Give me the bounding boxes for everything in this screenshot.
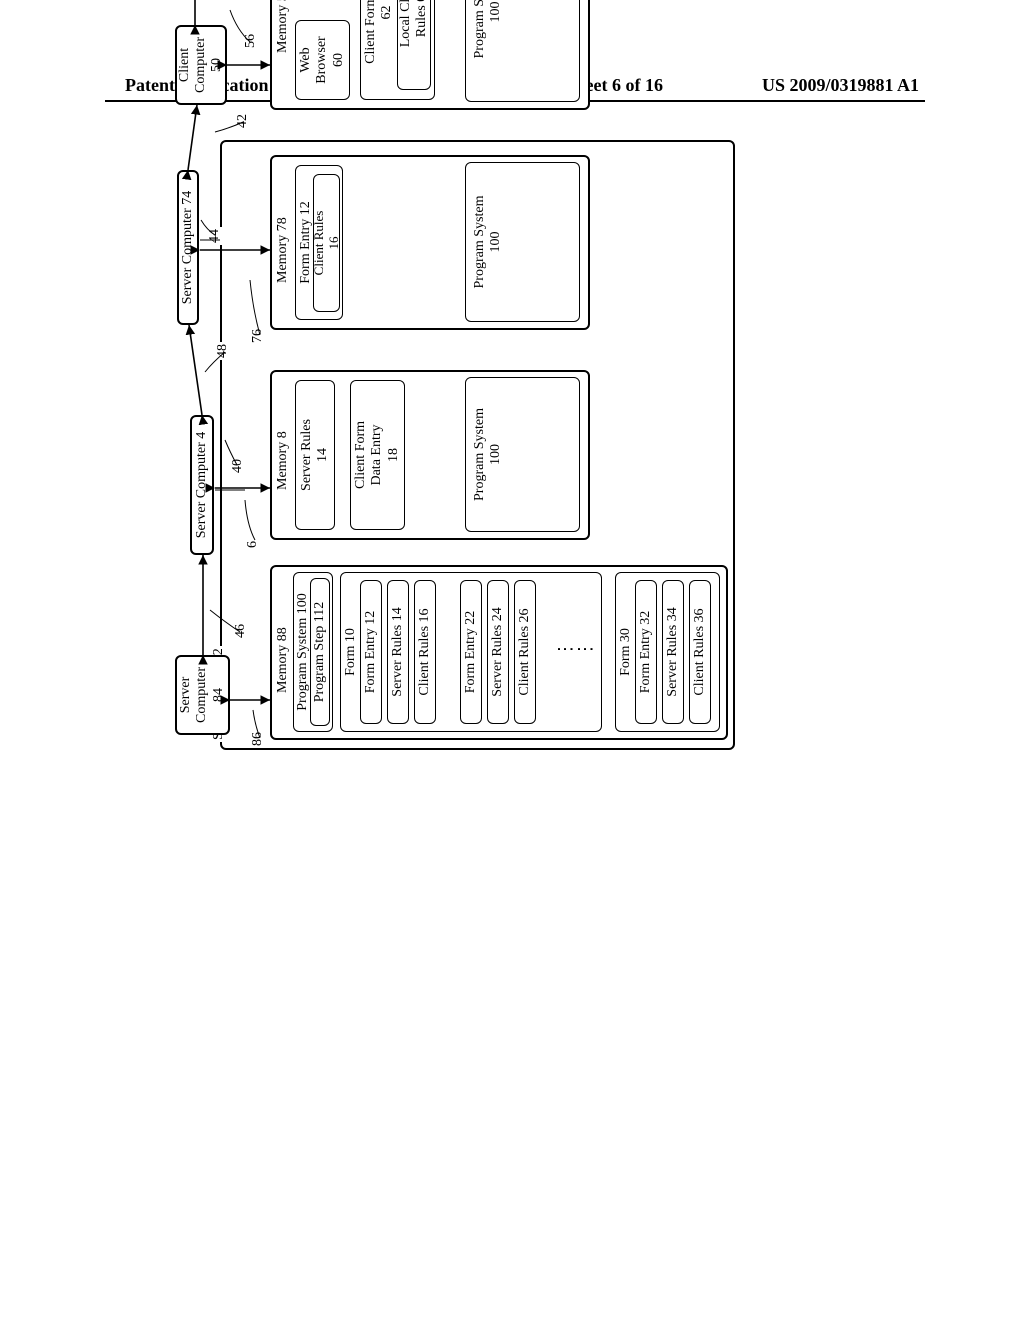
ref-86: 86 xyxy=(250,730,266,748)
ref-44: 44 xyxy=(207,227,223,245)
server-computer-84: ServerComputer84 xyxy=(175,655,230,735)
client-rules-16-b: Client Rules16 xyxy=(313,174,340,312)
client-form-data-entry-18: Client FormData Entry18 xyxy=(350,380,405,530)
client-rules-26: Client Rules 26 xyxy=(514,580,536,724)
form-entry-32: Form Entry 32 xyxy=(635,580,657,724)
ellipsis-icon: ⋮ xyxy=(555,636,576,660)
ref-46: 46 xyxy=(233,622,249,640)
memory-88-label: Memory 88 xyxy=(275,625,291,695)
program-system-100-d: Program System100 xyxy=(465,0,580,102)
local-client-rules-66: Local ClientRules 66 xyxy=(397,0,431,90)
server-rules-24: Server Rules 24 xyxy=(487,580,509,724)
figure-6: Server System 2 ServerComputer84 Server … xyxy=(175,190,1024,750)
ref-40: 40 xyxy=(230,457,246,475)
server-rules-34: Server Rules 34 xyxy=(662,580,684,724)
client-computer-50: ClientComputer50 xyxy=(175,25,227,105)
memory-78-label: Memory 78 xyxy=(275,215,291,285)
server-computer-4: Server Computer 4 xyxy=(190,415,214,555)
ref-76: 76 xyxy=(250,327,266,345)
ellipsis-icon: ⋮ xyxy=(575,636,596,660)
web-browser-60: WebBrowser60 xyxy=(295,20,350,100)
server-rules-14-b: Server Rules14 xyxy=(295,380,335,530)
program-system-100-c: Program System100 xyxy=(465,162,580,322)
form-entry-22: Form Entry 22 xyxy=(460,580,482,724)
client-rules-16-a: Client Rules 16 xyxy=(414,580,436,724)
ref-48: 48 xyxy=(215,342,231,360)
server-rules-14-a: Server Rules 14 xyxy=(387,580,409,724)
header-right: US 2009/0319881 A1 xyxy=(762,75,919,96)
ref-42: 42 xyxy=(235,112,251,130)
ref-56: 56 xyxy=(243,32,259,50)
program-step-112: Program Step 112 xyxy=(310,578,330,726)
form-entry-12-a: Form Entry 12 xyxy=(360,580,382,724)
client-rules-36: Client Rules 36 xyxy=(689,580,711,724)
program-system-100-b: Program System100 xyxy=(465,377,580,532)
ref-6: 6 xyxy=(245,539,261,550)
memory-8-label: Memory 8 xyxy=(275,429,291,492)
server-computer-74: Server Computer 74 xyxy=(177,170,199,325)
memory-58-label: Memory 58 xyxy=(275,0,291,55)
